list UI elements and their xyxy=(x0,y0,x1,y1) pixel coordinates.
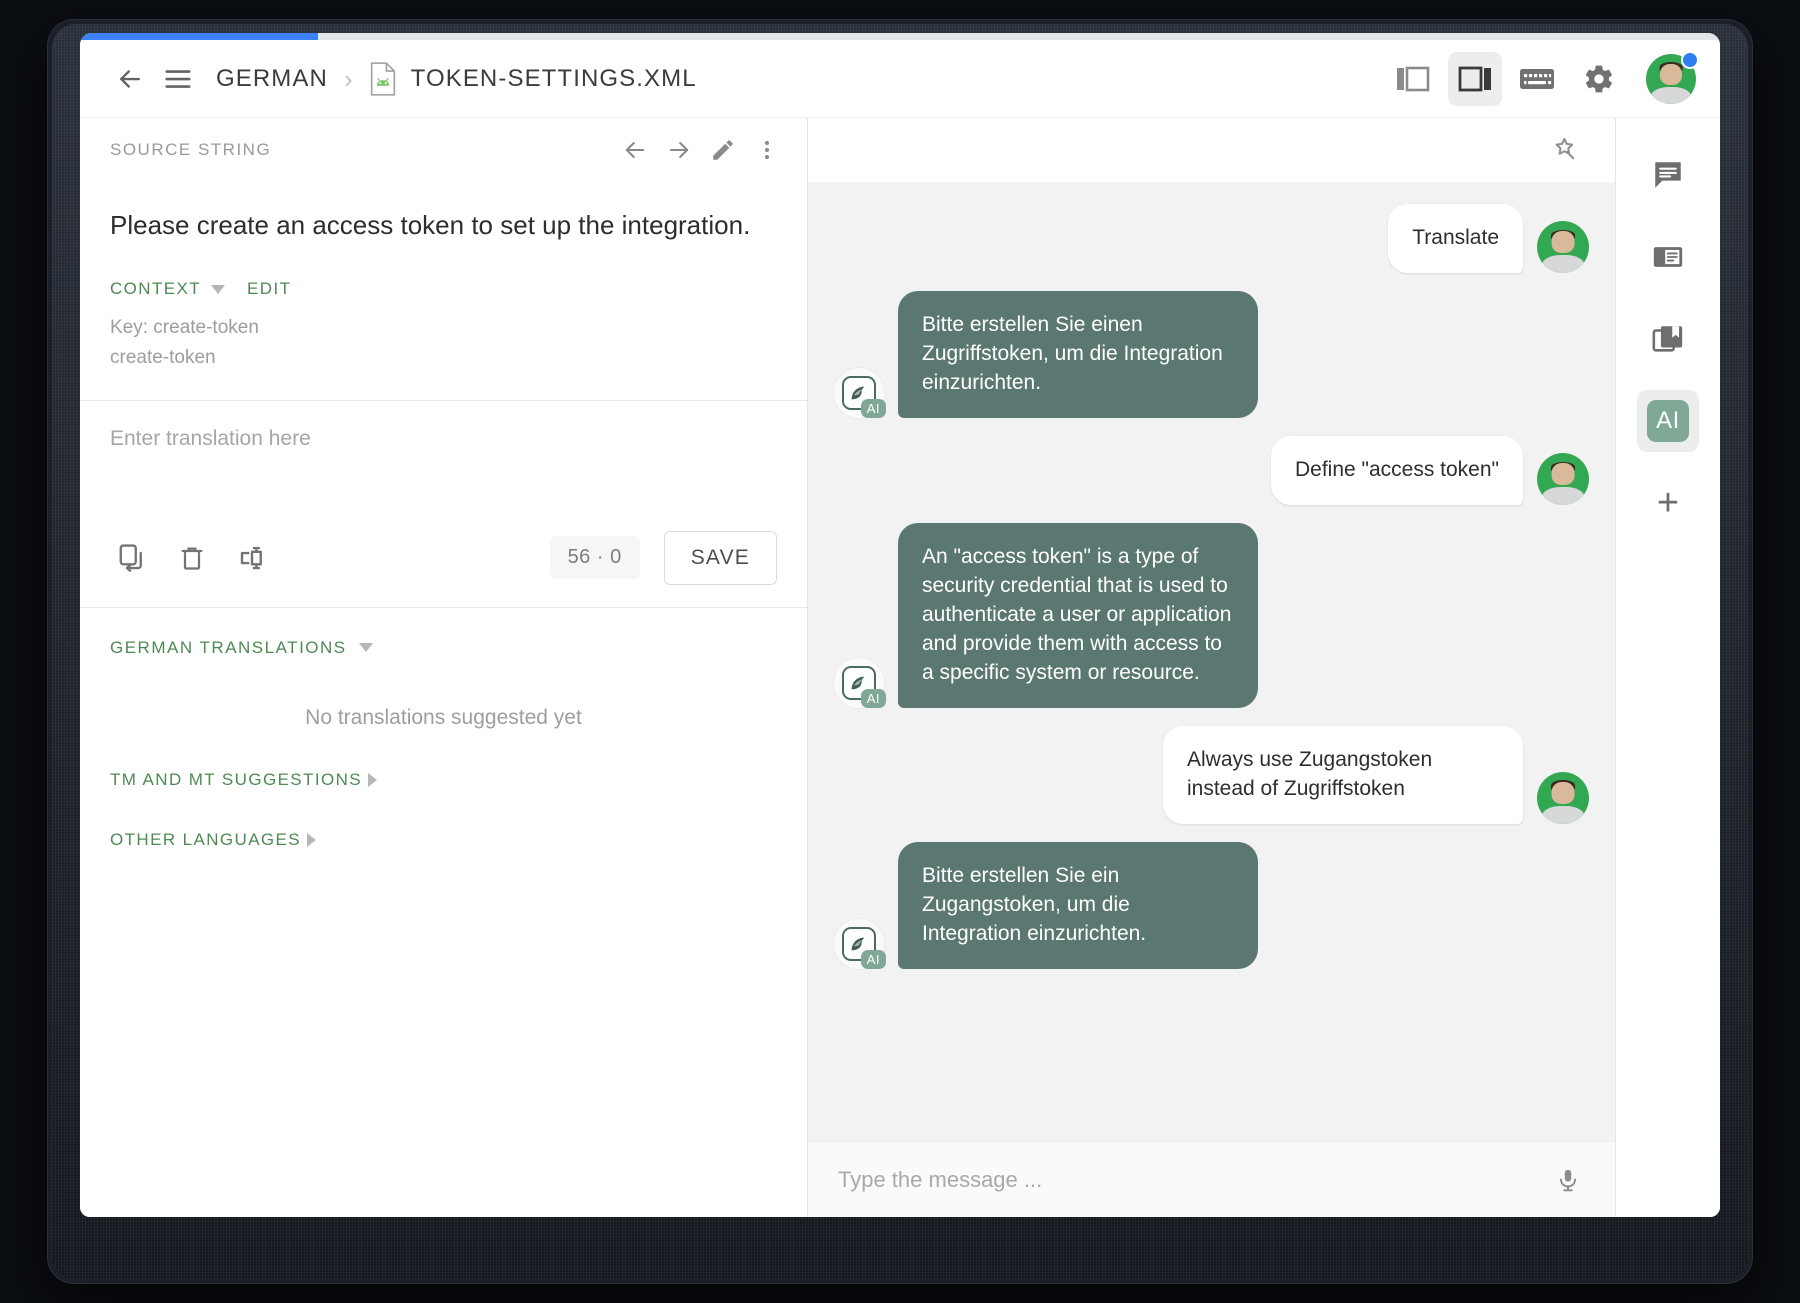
plus-icon: + xyxy=(1657,484,1679,522)
next-string-icon[interactable] xyxy=(657,128,701,172)
message-bubble: Define "access token" xyxy=(1271,436,1523,505)
user-message-avatar xyxy=(1537,221,1589,273)
avatar-body xyxy=(1542,487,1584,505)
pin-icon[interactable] xyxy=(1543,128,1587,172)
layout-right-panel-icon[interactable] xyxy=(1448,52,1502,106)
edit-pencil-icon[interactable] xyxy=(701,128,745,172)
chat-messages: Translate xyxy=(808,182,1615,1141)
avatar-head xyxy=(1660,64,1682,85)
layout-left-panel-icon[interactable] xyxy=(1386,52,1440,106)
rail-item-add[interactable]: + xyxy=(1637,472,1699,534)
avatar[interactable] xyxy=(1646,54,1696,104)
other-languages-section[interactable]: OTHER LANGUAGES xyxy=(80,790,807,850)
message-bubble: Always use Zugangstoken instead of Zugri… xyxy=(1163,726,1523,824)
chat-header xyxy=(808,118,1615,182)
ai-chat-panel: Translate xyxy=(808,118,1616,1217)
avatar-status-badge xyxy=(1681,51,1699,69)
chat-input-bar: Type the message ... xyxy=(808,1141,1615,1217)
context-toggle[interactable]: CONTEXT xyxy=(110,279,201,299)
context-row: CONTEXT EDIT xyxy=(80,243,807,299)
ai-message-avatar: AI xyxy=(834,658,884,708)
android-xml-file-icon xyxy=(369,62,397,96)
avatar-body xyxy=(1542,255,1584,273)
ai-badge: AI xyxy=(861,399,886,418)
page-progress-fill xyxy=(80,33,318,40)
context-details: Key: create-token create-token xyxy=(80,299,807,372)
context-line: Key: create-token xyxy=(110,313,777,342)
save-button[interactable]: SAVE xyxy=(664,531,777,585)
avatar-head xyxy=(1552,463,1575,485)
main-split: SOURCE STRING xyxy=(80,118,1720,1217)
chat-message-ai: AI Bitte erstellen Sie einen Zugriffstok… xyxy=(834,291,1589,418)
editor-panel: SOURCE STRING xyxy=(80,118,808,1217)
gear-icon[interactable] xyxy=(1572,52,1626,106)
context-line: create-token xyxy=(110,343,777,372)
more-options-icon[interactable] xyxy=(745,128,789,172)
delete-translation-icon[interactable] xyxy=(166,532,218,584)
tm-mt-suggestions-section[interactable]: TM AND MT SUGGESTIONS xyxy=(80,730,807,790)
ai-message-avatar: AI xyxy=(834,368,884,418)
editor-header: SOURCE STRING xyxy=(80,118,807,182)
chat-message-user: Always use Zugangstoken instead of Zugri… xyxy=(834,726,1589,824)
chat-message-ai: AI An "access token" is a type of securi… xyxy=(834,523,1589,708)
user-message-avatar xyxy=(1537,772,1589,824)
screenshot-stage: GERMAN › TOKEN-SETTINGS.XML xyxy=(0,0,1800,1303)
page-progress-bar xyxy=(80,33,1720,40)
avatar-head xyxy=(1552,231,1575,253)
chat-message-user: Translate xyxy=(834,204,1589,273)
user-message-avatar xyxy=(1537,453,1589,505)
character-counter: 56 · 0 xyxy=(550,536,640,579)
message-bubble: Bitte erstellen Sie ein Zugangstoken, um… xyxy=(898,842,1258,969)
insert-placeholder-icon[interactable] xyxy=(226,532,278,584)
chevron-down-icon[interactable] xyxy=(359,643,373,652)
ai-chip: AI xyxy=(1647,400,1689,442)
chevron-right-icon[interactable] xyxy=(368,773,377,787)
app-window: GERMAN › TOKEN-SETTINGS.XML xyxy=(80,33,1720,1217)
ai-message-avatar: AI xyxy=(834,919,884,969)
avatar-head xyxy=(1552,782,1575,804)
rail-item-ai[interactable]: AI xyxy=(1637,390,1699,452)
rail-item-reference[interactable] xyxy=(1637,226,1699,288)
breadcrumb-language[interactable]: GERMAN xyxy=(216,65,328,93)
chevron-right-icon[interactable] xyxy=(307,833,316,847)
translations-section-header: GERMAN TRANSLATIONS xyxy=(80,608,807,658)
avatar-body xyxy=(1542,806,1584,824)
edit-context-link[interactable]: EDIT xyxy=(247,279,291,299)
hamburger-menu-icon[interactable] xyxy=(154,55,202,103)
keyboard-icon[interactable] xyxy=(1510,52,1564,106)
translation-input[interactable]: Enter translation here xyxy=(80,401,807,521)
tm-mt-suggestions-title[interactable]: TM AND MT SUGGESTIONS xyxy=(110,770,362,790)
chat-input[interactable]: Type the message ... xyxy=(838,1167,1545,1193)
ai-badge: AI xyxy=(861,950,886,969)
ai-badge: AI xyxy=(861,689,886,708)
translations-empty-state: No translations suggested yet xyxy=(80,658,807,730)
chat-message-ai: AI Bitte erstellen Sie ein Zugangstoken,… xyxy=(834,842,1589,969)
message-bubble: An "access token" is a type of security … xyxy=(898,523,1258,708)
rail-item-glossary[interactable] xyxy=(1637,308,1699,370)
editor-title: SOURCE STRING xyxy=(110,140,271,160)
app-toolbar: GERMAN › TOKEN-SETTINGS.XML xyxy=(80,40,1720,118)
message-bubble: Bitte erstellen Sie einen Zugriffstoken,… xyxy=(898,291,1258,418)
prev-string-icon[interactable] xyxy=(613,128,657,172)
translations-section-title[interactable]: GERMAN TRANSLATIONS xyxy=(110,638,347,658)
microphone-icon[interactable] xyxy=(1545,1157,1591,1203)
avatar-body xyxy=(1651,87,1691,104)
chevron-down-icon[interactable] xyxy=(211,285,225,294)
rail-item-comments[interactable] xyxy=(1637,144,1699,206)
other-languages-title[interactable]: OTHER LANGUAGES xyxy=(110,830,301,850)
chevron-right-icon: › xyxy=(344,66,353,92)
translation-actions: 56 · 0 SAVE xyxy=(80,521,807,607)
message-bubble: Translate xyxy=(1388,204,1523,273)
breadcrumb-file[interactable]: TOKEN-SETTINGS.XML xyxy=(411,65,697,93)
chat-message-user: Define "access token" xyxy=(834,436,1589,505)
source-string-text: Please create an access token to set up … xyxy=(80,182,807,243)
back-icon[interactable] xyxy=(106,55,154,103)
right-rail: AI + xyxy=(1616,118,1720,1217)
editor-bottom-space xyxy=(80,850,807,1217)
copy-source-icon[interactable] xyxy=(106,532,158,584)
breadcrumb: GERMAN › TOKEN-SETTINGS.XML xyxy=(216,62,697,96)
toolbar-actions xyxy=(1386,52,1700,106)
